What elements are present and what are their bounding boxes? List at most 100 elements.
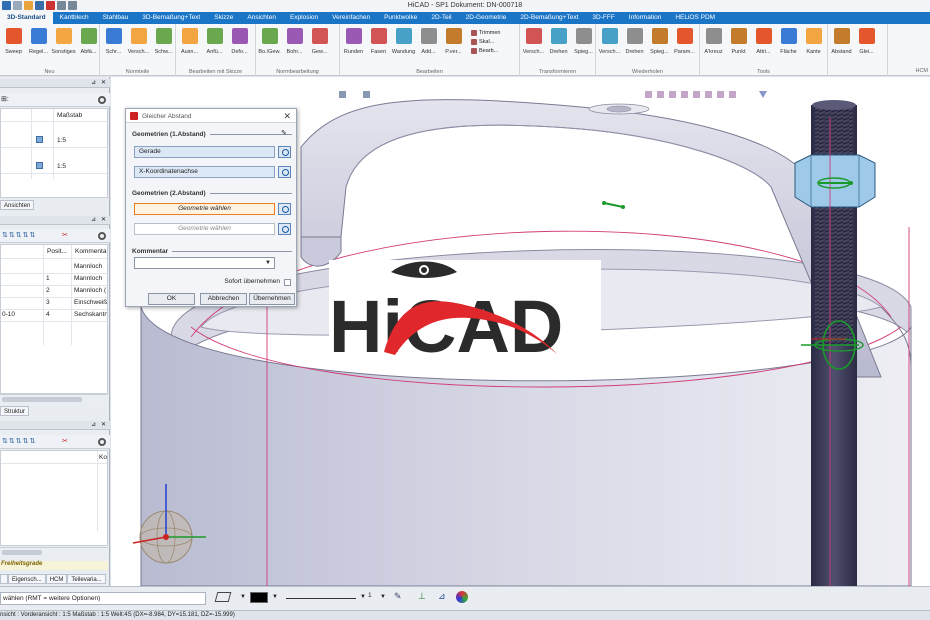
pick-geometry-button-4[interactable] (278, 223, 291, 235)
measure-icon[interactable]: ⊿ (438, 591, 446, 602)
line-style-icon[interactable] (214, 592, 232, 602)
close-icon[interactable]: ✕ (101, 216, 106, 223)
pin-icon[interactable]: ⊿ (91, 421, 96, 428)
ribbon-button[interactable]: Sweep (2, 28, 25, 55)
tab-10[interactable]: 2D-Geometrie (459, 12, 514, 24)
color-swatch[interactable] (250, 592, 268, 603)
close-icon[interactable]: ✕ (101, 421, 106, 428)
tab-11[interactable]: 2D-Bemaßung+Text (513, 12, 585, 24)
ribbon-button[interactable]: Param... (673, 28, 696, 55)
tab-7[interactable]: Vereinfachen (325, 12, 377, 24)
ribbon-button[interactable]: Sonstiges (51, 28, 76, 55)
ribbon-button[interactable]: Schw... (152, 28, 175, 55)
close-icon[interactable]: ✕ (101, 79, 106, 86)
viewport-tool-icon[interactable] (681, 91, 688, 98)
ribbon-button[interactable]: Attri... (752, 28, 775, 55)
ribbon-button[interactable]: A'kreuz (702, 28, 725, 55)
tab-scroll-left[interactable] (0, 574, 8, 584)
tab-5[interactable]: Ansichten (240, 12, 283, 24)
viewport-tool-icon[interactable] (729, 91, 736, 98)
ok-button[interactable]: OK (148, 293, 195, 305)
viewport-tool-icon[interactable] (693, 91, 700, 98)
tab-4[interactable]: Skizze (207, 12, 240, 24)
ribbon-button[interactable]: Gew... (308, 28, 331, 55)
axis-icon[interactable]: ⊥ (418, 591, 426, 602)
pin-icon[interactable]: ✎ (281, 129, 287, 137)
ribbon-button[interactable]: Versch... (127, 28, 150, 55)
tab-0[interactable]: 3D-Standard (0, 12, 53, 24)
tab-2[interactable]: Stahlbau (96, 12, 136, 24)
tab-6[interactable]: Explosion (283, 12, 325, 24)
ribbon-button[interactable]: Anfü... (203, 28, 226, 55)
ribbon-button[interactable]: Punkt (727, 28, 750, 55)
line-type-preview[interactable] (286, 598, 356, 599)
panel-tab-1[interactable]: HCM (45, 574, 68, 584)
ribbon-button[interactable]: Drehen (623, 28, 646, 55)
tab-14[interactable]: HELiOS PDM (668, 12, 722, 24)
ribbon-button[interactable]: Defo... (228, 28, 251, 55)
ribbon-button[interactable]: Bohr... (283, 28, 306, 55)
chevron-down-icon[interactable]: ▼ (380, 594, 386, 600)
ribbon-button[interactable]: Fläche (777, 28, 800, 55)
viewport-tool-icon[interactable] (717, 91, 724, 98)
structure-scrollbar[interactable] (0, 394, 108, 403)
constraint-marker[interactable] (602, 201, 625, 209)
apply-immediately-checkbox[interactable] (284, 279, 291, 286)
ribbon-button[interactable]: Spieg... (572, 28, 595, 55)
ribbon-button[interactable]: Kante (802, 28, 825, 55)
gear-icon[interactable] (98, 96, 106, 104)
gear-icon[interactable] (98, 232, 106, 240)
ribbon-small-button[interactable]: Trimmen (471, 30, 501, 36)
ribbon-button[interactable]: Fasen (367, 28, 390, 55)
ribbon-button[interactable]: Regel... (27, 28, 50, 55)
ribbon-button[interactable]: Abstand (830, 28, 853, 55)
ribbon-button[interactable]: Schr... (102, 28, 125, 55)
viewport-toolbar[interactable] (339, 91, 767, 98)
ribbon-button[interactable]: Glei... (855, 28, 878, 55)
viewport-tool-icon[interactable] (645, 91, 652, 98)
viewport-tool-icon[interactable] (339, 91, 346, 98)
views-tool-icon[interactable]: ⊞: (1, 95, 9, 103)
ribbon-button[interactable]: Spieg... (648, 28, 671, 55)
delete-icon[interactable]: ✂ (62, 231, 68, 239)
viewport-tool-icon[interactable] (669, 91, 676, 98)
ribbon-button[interactable]: Drehen (547, 28, 570, 55)
tab-9[interactable]: 2D-Teil (424, 12, 458, 24)
ribbon-button[interactable]: Versch... (598, 28, 621, 55)
pick-geometry-button-2[interactable] (278, 166, 291, 178)
tab-8[interactable]: Punktwolke (377, 12, 424, 24)
cancel-button[interactable]: Abbrechen (200, 293, 247, 305)
viewport-tool-icon[interactable] (705, 91, 712, 98)
pick-geometry-button-3[interactable] (278, 203, 291, 215)
chevron-down-icon[interactable]: ▼ (240, 594, 246, 600)
line-width-value[interactable]: 1 (368, 592, 372, 599)
geometry-field-1[interactable]: Gerade (134, 146, 275, 158)
pin-icon[interactable]: ⊿ (91, 79, 96, 86)
tab-12[interactable]: 3D-FFF (585, 12, 621, 24)
ribbon-small-button[interactable]: Bearb... (471, 48, 501, 54)
delete-icon[interactable]: ✂ (62, 437, 68, 445)
tab-structure[interactable]: Struktur (0, 406, 30, 416)
tab-1[interactable]: Kantblech (53, 12, 96, 24)
geometry-field-4[interactable]: Geometrie wählen (134, 223, 275, 235)
ribbon-button[interactable]: Wandung (392, 28, 415, 55)
comment-select[interactable]: ▼ (134, 257, 275, 269)
ribbon-small-button[interactable]: Skal... (471, 39, 501, 45)
ribbon-button[interactable]: P.ver... (442, 28, 465, 55)
panel-tab-2[interactable]: Teilevaria... (67, 574, 106, 584)
render-mode-icon[interactable] (456, 591, 468, 603)
geometry-field-2[interactable]: X-Koordinatenachse (134, 166, 275, 178)
structure-tool-icons[interactable]: ⇅⇅⇅⇅⇅ (2, 231, 36, 239)
pin-icon[interactable]: ⊿ (91, 216, 96, 223)
close-icon[interactable]: ✕ (283, 111, 291, 122)
hcm-scrollbar[interactable] (0, 547, 108, 556)
ribbon-button[interactable]: Runden (342, 28, 365, 55)
ribbon-button[interactable]: Bo./Gew. (258, 28, 281, 55)
viewport-tool-icon[interactable] (657, 91, 664, 98)
pen-icon[interactable]: ✎ (394, 591, 402, 602)
ribbon-button[interactable]: Versch... (522, 28, 545, 55)
gear-icon[interactable] (98, 438, 106, 446)
panel-tab-0[interactable]: Eigensch... (8, 574, 46, 584)
chevron-down-icon[interactable]: ▼ (360, 594, 366, 600)
hcm-tool-icons[interactable]: ⇅⇅⇅⇅⇅ (2, 437, 36, 445)
